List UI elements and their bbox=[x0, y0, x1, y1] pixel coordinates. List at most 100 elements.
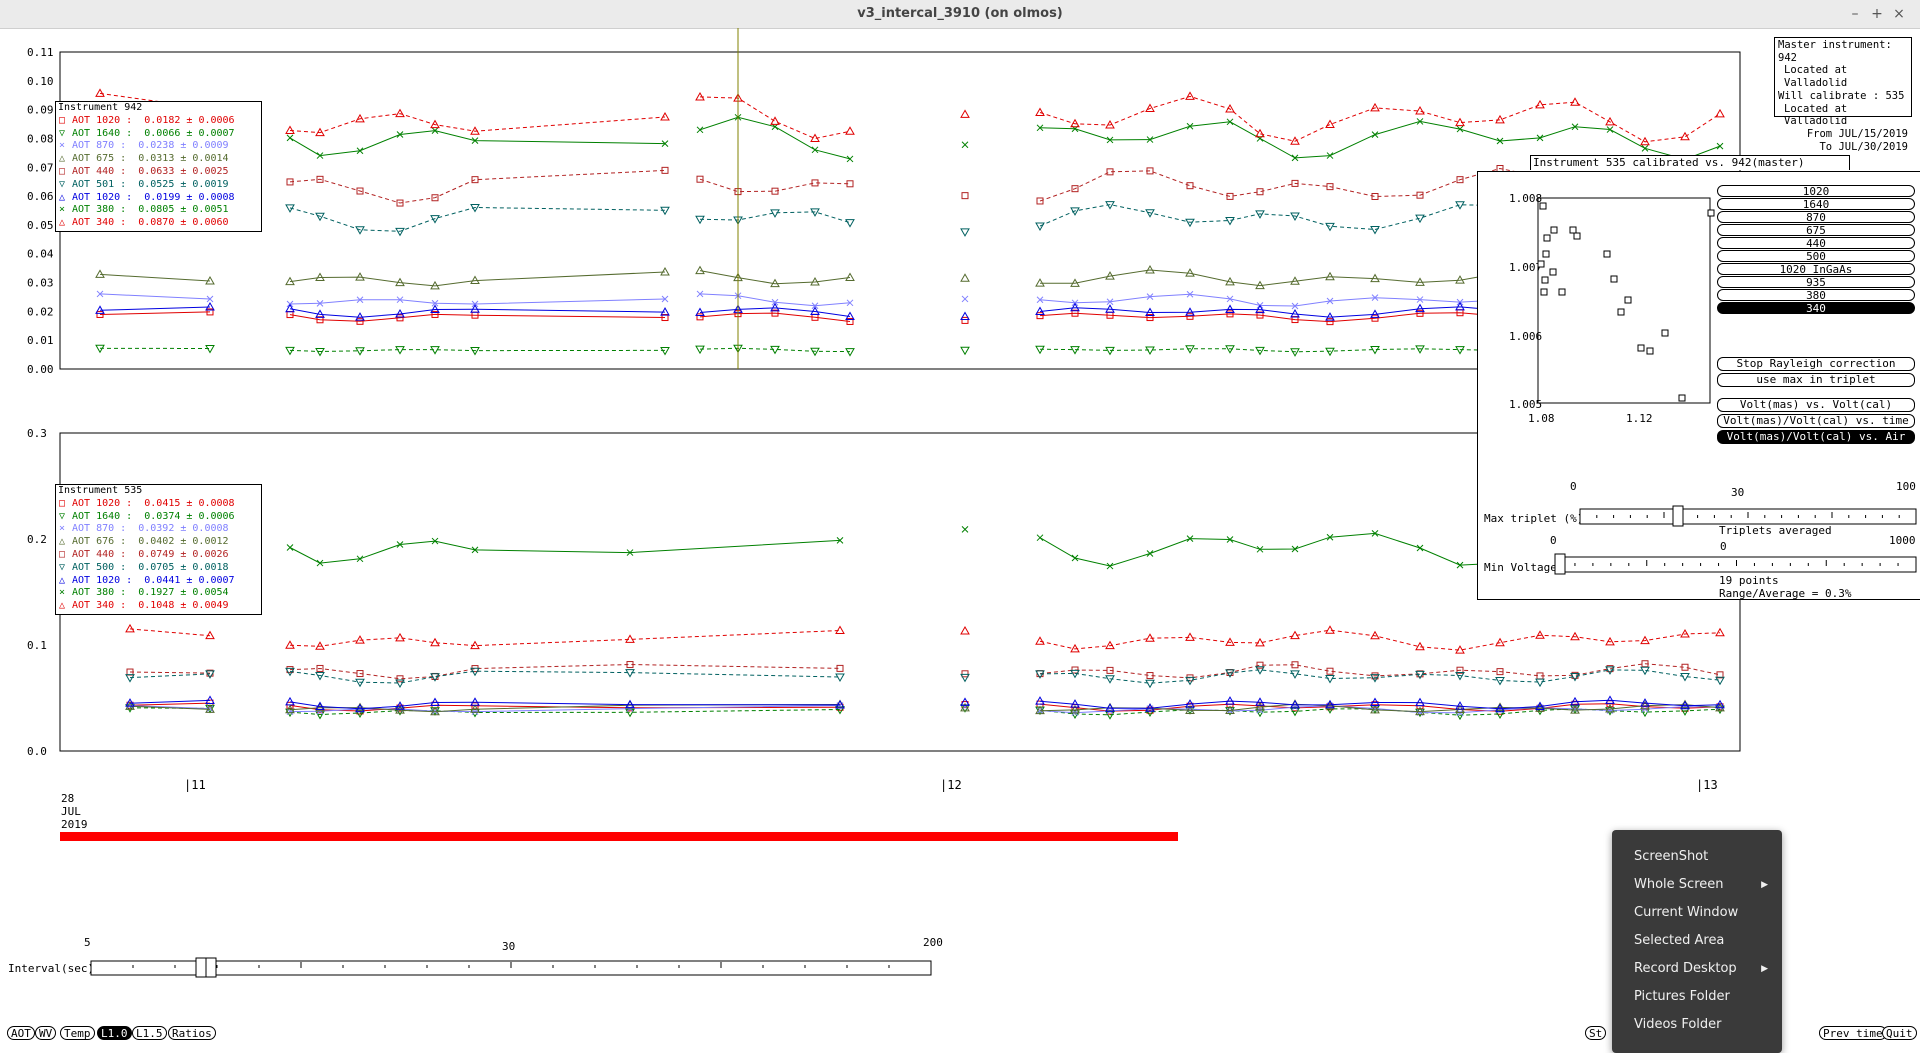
top-data-point bbox=[95, 269, 105, 278]
top-data-point bbox=[1035, 222, 1045, 231]
prev-time-button[interactable]: Prev time bbox=[1819, 1026, 1887, 1040]
mode-button-wv[interactable]: WV bbox=[35, 1026, 57, 1040]
scatter-point bbox=[1661, 329, 1669, 337]
mode-button-ratios[interactable]: Ratios bbox=[168, 1026, 216, 1040]
info-line: From JUL/15/2019 bbox=[1806, 127, 1908, 140]
top-ytick-label: 0.11 bbox=[27, 46, 54, 59]
mode-button-l1-5[interactable]: L1.5 bbox=[132, 1026, 167, 1040]
bottom-data-point bbox=[1535, 678, 1545, 688]
top-data-point bbox=[695, 265, 705, 275]
bottom-series-line bbox=[129, 699, 211, 704]
time-range-bar[interactable] bbox=[60, 832, 1178, 841]
mode-button-l1-0[interactable]: L1.0 bbox=[97, 1026, 132, 1040]
legend-label: AOT 340 : bbox=[72, 217, 127, 229]
menu-item-record-desktop[interactable]: Record Desktop ▶ bbox=[1612, 956, 1782, 982]
voltage-mid: 0 bbox=[1720, 540, 1727, 553]
menu-item-current-window[interactable]: Current Window bbox=[1612, 900, 1782, 926]
top-series-line bbox=[99, 306, 211, 311]
top-legend-entry: □ AOT 1020 : 0.0182 ± 0.0006 bbox=[56, 115, 261, 128]
legend-marker-icon: □ bbox=[59, 165, 66, 177]
top-series-line bbox=[699, 347, 851, 353]
scatter-point bbox=[1646, 347, 1654, 355]
legend-marker-icon: × bbox=[59, 587, 66, 599]
plot-mode-ratio-vs-time[interactable]: Volt(mas)/Volt(cal) vs. time bbox=[1717, 414, 1915, 428]
use-max-triplet-button[interactable]: use max in triplet bbox=[1717, 373, 1915, 387]
legend-marker-icon: △ bbox=[59, 600, 66, 612]
mode-button-aot[interactable]: AOT bbox=[7, 1026, 35, 1040]
interval-slider[interactable]: 5 30 200 Interval(sec) bbox=[8, 936, 943, 978]
bottom-series-line bbox=[1039, 705, 1721, 714]
legend-value: 0.1927 ± 0.0054 bbox=[126, 587, 229, 599]
top-data-point bbox=[1105, 346, 1115, 356]
bottom-series-line bbox=[1039, 629, 1721, 651]
bottom-data-point bbox=[1370, 630, 1380, 640]
triplet-thumb[interactable] bbox=[1672, 505, 1684, 527]
top-data-point bbox=[1325, 222, 1335, 232]
menu-item-screenshot[interactable]: ScreenShot bbox=[1612, 844, 1782, 870]
legend-marker-icon: □ bbox=[59, 497, 66, 509]
legend-label: AOT 1020 : bbox=[72, 114, 133, 126]
scatter-point bbox=[1549, 268, 1557, 276]
scatter-point bbox=[1550, 226, 1558, 234]
legend-marker-icon: △ bbox=[59, 536, 66, 548]
date-day: 28 bbox=[61, 792, 74, 805]
top-data-point bbox=[960, 346, 970, 356]
menu-item-pictures-folder[interactable]: Pictures Folder bbox=[1612, 984, 1782, 1010]
channel-button-1020[interactable]: 1020 bbox=[1717, 185, 1915, 197]
top-data-point bbox=[696, 126, 704, 134]
stop-rayleigh-button[interactable]: Stop Rayleigh correction bbox=[1717, 357, 1915, 371]
legend-label: AOT 340 : bbox=[72, 600, 127, 612]
top-legend-entry: △ AOT 675 : 0.0313 ± 0.0014 bbox=[56, 153, 261, 166]
info-line: Will calibrate : 535 bbox=[1778, 89, 1905, 102]
channel-button-380[interactable]: 380 bbox=[1717, 289, 1915, 301]
bottom-legend-entry: ▽ AOT 500 : 0.0705 ± 0.0018 bbox=[56, 562, 261, 575]
channel-button-500[interactable]: 500 bbox=[1717, 250, 1915, 262]
start-button[interactable]: St bbox=[1585, 1026, 1607, 1040]
plot-mode-volt-vs-volt[interactable]: Volt(mas) vs. Volt(cal) bbox=[1717, 398, 1915, 412]
top-data-point bbox=[1290, 348, 1300, 357]
legend-marker-icon: ▽ bbox=[59, 561, 66, 573]
date-year: 2019 bbox=[61, 818, 88, 831]
submenu-arrow-icon: ▶ bbox=[1761, 964, 1768, 974]
calibration-panel: 1.008 1.007 1.006 1.005 1.08 1.12 1020 16… bbox=[1477, 171, 1920, 600]
top-data-point bbox=[1370, 102, 1380, 112]
scatter-ytick: 1.007 bbox=[1509, 261, 1542, 274]
quit-button[interactable]: Quit bbox=[1882, 1026, 1917, 1040]
channel-button-870[interactable]: 870 bbox=[1717, 211, 1915, 223]
channel-button-1640[interactable]: 1640 bbox=[1717, 198, 1915, 210]
bottom-legend-entry: × AOT 380 : 0.1927 ± 0.0054 bbox=[56, 587, 261, 600]
top-data-point bbox=[660, 346, 670, 356]
top-data-point bbox=[961, 295, 969, 303]
channel-button-340[interactable]: 340 bbox=[1717, 302, 1915, 314]
channel-button-1020-ingaas[interactable]: 1020 InGaAs bbox=[1717, 263, 1915, 275]
top-data-point bbox=[696, 175, 704, 183]
channel-button-440[interactable]: 440 bbox=[1717, 237, 1915, 249]
top-data-point bbox=[1415, 345, 1425, 354]
plot-mode-ratio-vs-airmass[interactable]: Volt(mas)/Volt(cal) vs. Air Mass bbox=[1717, 430, 1915, 455]
channel-button-675[interactable]: 675 bbox=[1717, 224, 1915, 236]
top-data-point bbox=[695, 345, 705, 355]
top-data-point bbox=[1035, 107, 1045, 117]
top-legend-entry: ▽ AOT 501 : 0.0525 ± 0.0019 bbox=[56, 179, 261, 192]
mode-button-temp[interactable]: Temp bbox=[60, 1026, 95, 1040]
legend-marker-icon: × bbox=[59, 204, 66, 216]
menu-item-videos-folder[interactable]: Videos Folder bbox=[1612, 1012, 1782, 1038]
bottom-legend-entry: △ AOT 1020 : 0.0441 ± 0.0007 bbox=[56, 575, 261, 588]
legend-label: AOT 675 : bbox=[72, 153, 127, 165]
legend-marker-icon: × bbox=[59, 523, 66, 535]
bottom-ytick-label: 0.1 bbox=[27, 639, 47, 652]
legend-marker-icon: △ bbox=[59, 574, 66, 586]
top-data-point bbox=[395, 227, 405, 237]
top-data-point bbox=[961, 141, 969, 149]
menu-item-whole-screen[interactable]: Whole Screen ▶ bbox=[1612, 872, 1782, 898]
scatter-point bbox=[1624, 296, 1632, 304]
voltage-thumb[interactable] bbox=[1554, 553, 1566, 575]
menu-item-selected-area[interactable]: Selected Area bbox=[1612, 928, 1782, 954]
top-data-point bbox=[205, 345, 215, 354]
top-ytick-label: 0.10 bbox=[27, 75, 54, 88]
legend-label: AOT 1020 : bbox=[72, 497, 133, 509]
top-data-point bbox=[961, 192, 969, 200]
scatter-point bbox=[1542, 250, 1550, 258]
top-series-line bbox=[99, 293, 211, 300]
channel-button-935[interactable]: 935 bbox=[1717, 276, 1915, 288]
